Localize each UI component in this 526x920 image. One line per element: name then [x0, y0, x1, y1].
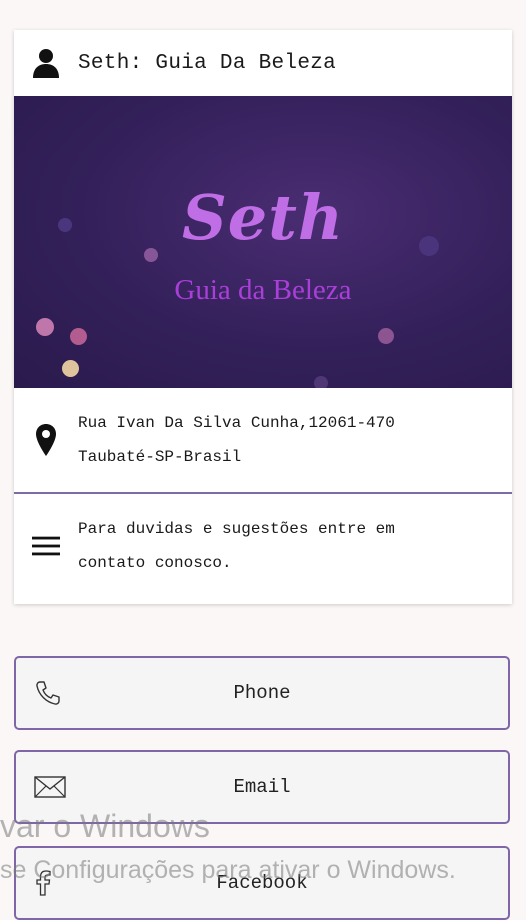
address-row: Rua Ivan Da Silva Cunha,12061-470 Taubat…: [14, 388, 512, 492]
email-label: Email: [233, 776, 291, 798]
envelope-icon: [34, 776, 66, 798]
page-title: Seth: Guia Da Beleza: [78, 51, 337, 75]
description-row: Para duvidas e sugestões entre em contat…: [14, 494, 512, 598]
phone-icon: [36, 681, 60, 705]
windows-activation-watermark-title: var o Windows: [0, 808, 210, 844]
tagline: Guia da Beleza: [174, 274, 352, 306]
address-line-1: Rua Ivan Da Silva Cunha,12061-470: [78, 414, 395, 432]
person-icon: [33, 49, 59, 78]
phone-label: Phone: [233, 682, 291, 704]
card-header: Seth: Guia Da Beleza: [14, 30, 512, 96]
description-line-2: contato conosco.: [78, 554, 232, 572]
description-line-1: Para duvidas e sugestões entre em: [78, 520, 395, 538]
logo-text: Seth: [182, 181, 344, 254]
address-line-2: Taubaté-SP-Brasil: [78, 448, 242, 466]
phone-button[interactable]: Phone: [14, 656, 510, 730]
windows-activation-watermark-text: se Configurações para ativar o Windows.: [0, 856, 456, 884]
banner-image: Seth Guia da Beleza: [14, 96, 512, 388]
location-pin-icon: [36, 424, 56, 456]
menu-icon: [32, 536, 60, 556]
profile-card: Seth: Guia Da Beleza Seth Guia da Beleza…: [14, 30, 512, 604]
